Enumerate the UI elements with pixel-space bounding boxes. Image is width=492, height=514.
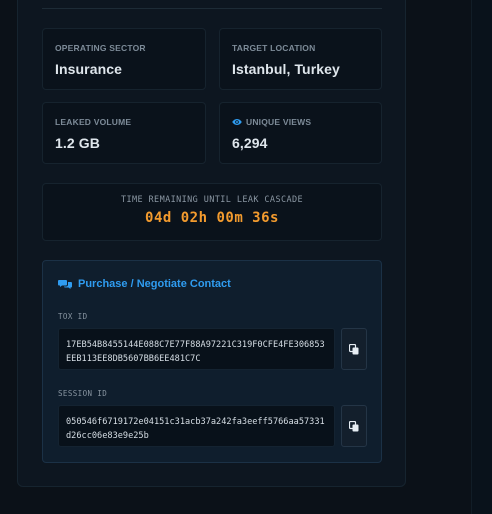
copy-icon xyxy=(349,343,359,354)
tox-id-field[interactable]: 17EB54B8455144E088C7E77F88A97221C319F0CF… xyxy=(58,328,335,370)
session-id-field[interactable]: 050546f6719172e04151c31acb37a242fa3eeff5… xyxy=(58,405,335,447)
unique-views-value: 6,294 xyxy=(232,135,268,151)
target-location-value: Istanbul, Turkey xyxy=(232,61,340,77)
operating-sector-value: Insurance xyxy=(55,61,123,77)
contact-title-text: Purchase / Negotiate Contact xyxy=(78,278,231,290)
operating-sector-box: OPERATING SECTOR Insurance xyxy=(42,28,206,90)
chat-icon xyxy=(58,279,72,289)
unique-views-label: UNIQUE VIEWS xyxy=(246,117,312,127)
target-location-box: TARGET LOCATION Istanbul, Turkey xyxy=(219,28,382,90)
target-location-label: TARGET LOCATION xyxy=(232,43,316,53)
copy-tox-id-button[interactable] xyxy=(341,328,367,370)
operating-sector-label: OPERATING SECTOR xyxy=(55,43,146,53)
unique-views-header: UNIQUE VIEWS xyxy=(232,117,369,127)
copy-icon xyxy=(349,420,359,431)
contact-panel: Purchase / Negotiate Contact TOX ID 17EB… xyxy=(42,260,382,463)
eye-icon xyxy=(232,119,242,125)
header-divider xyxy=(42,8,382,9)
countdown-value: 04d 02h 00m 36s xyxy=(145,210,279,226)
leaked-volume-value: 1.2 GB xyxy=(55,135,100,151)
unique-views-box: UNIQUE VIEWS 6,294 xyxy=(219,102,382,164)
countdown-label: TIME REMAINING UNTIL LEAK CASCADE xyxy=(120,195,304,205)
countdown-box: TIME REMAINING UNTIL LEAK CASCADE 04d 02… xyxy=(42,183,382,241)
tox-id-label: TOX ID xyxy=(58,312,88,321)
contact-title: Purchase / Negotiate Contact xyxy=(58,278,231,290)
session-id-label: SESSION ID xyxy=(58,389,108,398)
copy-session-id-button[interactable] xyxy=(341,405,367,447)
side-scroll-strip xyxy=(471,0,492,514)
leaked-volume-label: LEAKED VOLUME xyxy=(55,117,132,127)
leaked-volume-box: LEAKED VOLUME 1.2 GB xyxy=(42,102,206,164)
